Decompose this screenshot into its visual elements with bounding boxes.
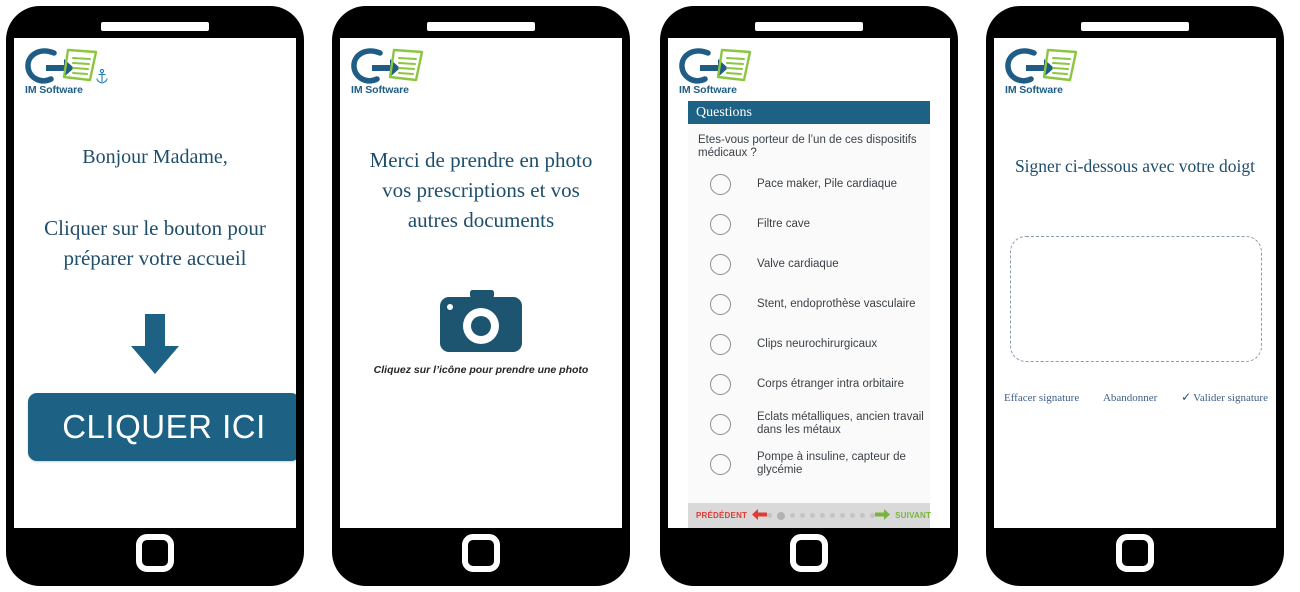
step-dot[interactable]	[840, 513, 846, 518]
photo-caption: Cliquez sur l’icône pour prendre une pho…	[373, 364, 589, 376]
arrow-left-icon	[752, 507, 768, 525]
list-item[interactable]: Pompe à insuline, capteur de glycémie	[688, 444, 930, 484]
screen-welcome: IM Software Bonjour Madame, Cliquer sur …	[14, 38, 296, 528]
validate-signature-button[interactable]: ✓ Valider signature	[1181, 390, 1268, 405]
phone-mockup-4: IM Software Signer ci-dessous avec votre…	[986, 6, 1284, 586]
option-label: Eclats métalliques, ancien travail dans …	[757, 411, 924, 436]
im-software-logo: IM Software	[350, 46, 426, 98]
previous-label: PRÉDÉDENT	[696, 511, 748, 520]
option-label: Stent, endoprothèse vasculaire	[757, 297, 916, 310]
screenshot-stage: IM Software Bonjour Madame, Cliquer sur …	[0, 0, 1300, 592]
radio-button[interactable]	[710, 253, 731, 275]
phone-speaker	[755, 22, 863, 31]
im-software-logo: IM Software	[1004, 46, 1080, 98]
signature-title: Signer ci-dessous avec votre doigt	[1014, 156, 1256, 176]
step-dot[interactable]	[830, 513, 836, 518]
cliquer-ici-button[interactable]: CLIQUER ICI	[28, 393, 296, 461]
question-options-list: Pace maker, Pile cardiaque Filtre cave V…	[688, 164, 930, 501]
step-dot-active[interactable]	[777, 511, 786, 520]
phone-home-button[interactable]	[136, 534, 174, 572]
instruction-text: Cliquer sur le bouton pour préparer votr…	[44, 216, 266, 270]
cancel-button[interactable]: Abandonner	[1103, 392, 1157, 404]
questions-panel: Etes-vous porteur de l’un de ces disposi…	[688, 124, 931, 528]
option-label: Filtre cave	[757, 217, 811, 230]
radio-button[interactable]	[710, 333, 731, 355]
phone-mockup-2: IM Software Merci de prendre en photo vo…	[332, 6, 630, 586]
phone-home-button[interactable]	[462, 534, 500, 572]
arrow-right-icon	[875, 507, 891, 525]
radio-button[interactable]	[710, 373, 731, 395]
list-item[interactable]: Eclats métalliques, ancien travail dans …	[688, 404, 930, 444]
screen-photo: IM Software Merci de prendre en photo vo…	[340, 38, 622, 528]
next-label: SUIVANT	[895, 511, 932, 520]
previous-button[interactable]: PRÉDÉDENT	[696, 507, 768, 525]
phone-home-button[interactable]	[1116, 534, 1154, 572]
check-icon: ✓	[1181, 390, 1192, 404]
step-dot[interactable]	[860, 513, 866, 518]
questions-header: Questions	[688, 101, 930, 124]
photo-instruction-title: Merci de prendre en photo vos prescripti…	[369, 148, 593, 232]
list-item[interactable]: Clips neurochirurgicaux	[688, 324, 930, 364]
step-dot[interactable]	[820, 513, 826, 518]
im-software-logo: IM Software	[24, 46, 100, 98]
step-dot[interactable]	[767, 513, 773, 518]
option-label: Clips neurochirurgicaux	[757, 337, 878, 350]
down-arrow-icon	[127, 314, 183, 376]
step-dot[interactable]	[850, 513, 856, 518]
step-dot[interactable]	[810, 513, 816, 518]
list-item[interactable]: Filtre cave	[688, 204, 930, 244]
wizard-navigation-bar: PRÉDÉDENT SUIVANT	[688, 503, 931, 528]
step-dot[interactable]	[800, 513, 806, 518]
clear-signature-button[interactable]: Effacer signature	[1004, 392, 1079, 404]
list-item[interactable]: Pace maker, Pile cardiaque	[688, 164, 930, 204]
list-item[interactable]: Valve cardiaque	[688, 244, 930, 284]
option-label: Pompe à insuline, capteur de glycémie	[757, 451, 906, 476]
phone-speaker	[101, 22, 209, 31]
radio-button[interactable]	[710, 413, 731, 435]
im-software-logo: IM Software	[678, 46, 754, 98]
logo-wordmark: IM Software	[679, 84, 737, 96]
screen-signature: IM Software Signer ci-dessous avec votre…	[994, 38, 1276, 528]
phone-home-button[interactable]	[790, 534, 828, 572]
phone-speaker	[427, 22, 535, 31]
step-dot[interactable]	[790, 513, 796, 518]
question-prompt: Etes-vous porteur de l’un de ces disposi…	[698, 134, 917, 159]
logo-wordmark: IM Software	[25, 84, 83, 96]
camera-icon[interactable]	[440, 290, 522, 352]
option-label: Pace maker, Pile cardiaque	[757, 177, 897, 190]
radio-button[interactable]	[710, 173, 731, 195]
next-button[interactable]: SUIVANT	[875, 507, 931, 525]
wizard-step-dots	[767, 511, 876, 520]
validate-signature-label: Valider signature	[1193, 392, 1268, 404]
signature-pad[interactable]	[1010, 236, 1262, 362]
logo-wordmark: IM Software	[1005, 84, 1063, 96]
screen-questions: IM Software Questions Etes-vous porteur …	[668, 38, 950, 528]
radio-button[interactable]	[710, 293, 731, 315]
phone-speaker	[1081, 22, 1189, 31]
list-item[interactable]: Corps étranger intra orbitaire	[688, 364, 930, 404]
logo-wordmark: IM Software	[351, 84, 409, 96]
phone-mockup-3: IM Software Questions Etes-vous porteur …	[660, 6, 958, 586]
option-label: Valve cardiaque	[757, 257, 839, 270]
phone-mockup-1: IM Software Bonjour Madame, Cliquer sur …	[6, 6, 304, 586]
list-item[interactable]: Stent, endoprothèse vasculaire	[688, 284, 930, 324]
radio-button[interactable]	[710, 213, 731, 235]
radio-button[interactable]	[710, 453, 731, 475]
anchor-icon	[94, 68, 110, 84]
option-label: Corps étranger intra orbitaire	[757, 377, 905, 390]
greeting-text: Bonjour Madame,	[82, 146, 228, 168]
signature-actions: Effacer signature Abandonner ✓ Valider si…	[1004, 390, 1268, 405]
